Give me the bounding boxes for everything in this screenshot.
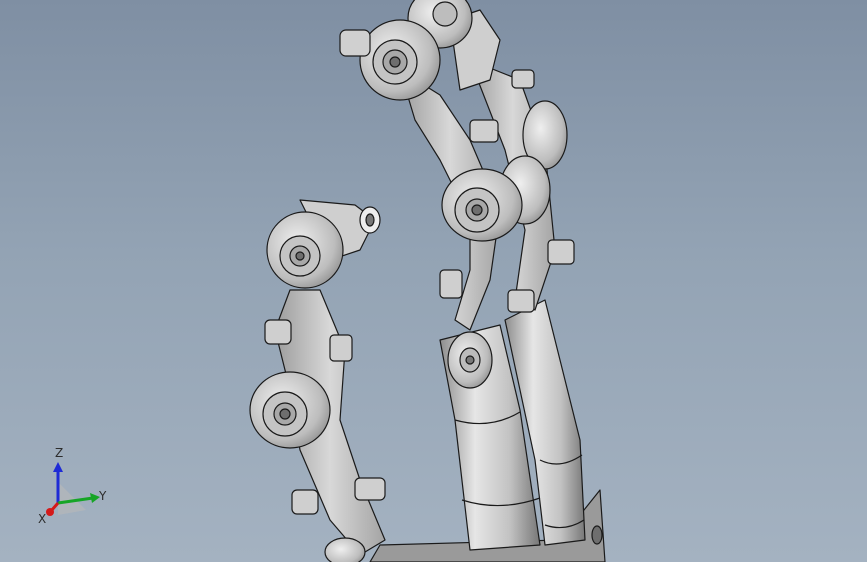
x-axis-label: X [38,512,46,525]
robotic-hand-model[interactable] [0,0,867,562]
3d-viewport[interactable]: Z Y X [0,0,867,562]
z-arrow-icon [53,462,63,472]
y-axis-label: Y [98,489,107,503]
x-arrow-icon [46,508,54,516]
index-finger-links[interactable] [339,0,535,331]
orientation-triad[interactable]: Z Y X [36,440,126,525]
z-axis-label: Z [55,446,63,460]
thumb-links[interactable] [249,199,386,562]
